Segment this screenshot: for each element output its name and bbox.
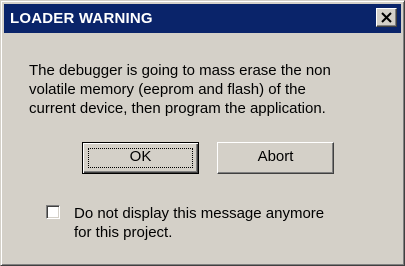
warning-message: The debugger is going to mass erase the … (29, 62, 331, 117)
do-not-display-checkbox[interactable] (46, 205, 60, 219)
ok-button-label: OK (129, 148, 152, 165)
abort-button-label: Abort (257, 148, 294, 165)
window-title: LOADER WARNING (10, 10, 153, 27)
close-button[interactable] (376, 8, 397, 27)
do-not-display-label[interactable]: Do not display this message anymore for … (74, 204, 374, 242)
title-bar[interactable]: LOADER WARNING (4, 4, 401, 33)
loader-warning-dialog: LOADER WARNING The debugger is going to … (0, 0, 405, 266)
close-icon (381, 12, 392, 23)
abort-button[interactable]: Abort (217, 142, 334, 174)
ok-button[interactable]: OK (82, 142, 199, 174)
